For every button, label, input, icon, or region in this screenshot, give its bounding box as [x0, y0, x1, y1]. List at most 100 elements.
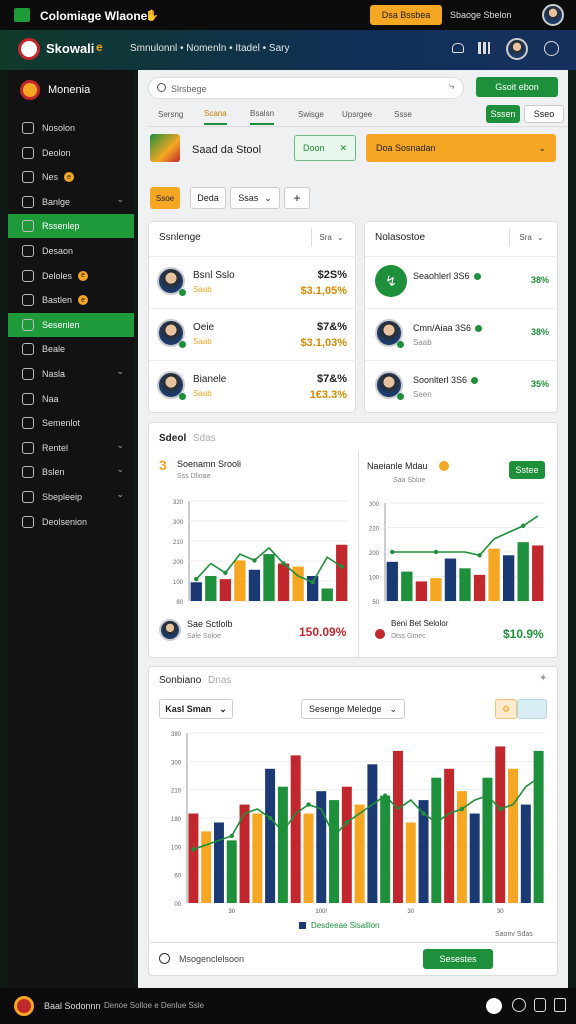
- leaderboard-select[interactable]: Sra ⌄: [311, 228, 351, 246]
- y-tick-label: 300: [173, 520, 184, 526]
- upgrade-button[interactable]: Dsa Bssbea: [370, 5, 442, 25]
- banner-mid-label: Doon: [303, 143, 325, 153]
- footer-icon-3[interactable]: [534, 998, 546, 1012]
- sidebar-item-label: Semenlot: [42, 418, 81, 429]
- bar: [444, 768, 455, 903]
- leaderboard-row[interactable]: Oeie Saab $7&% $3.1,03%: [149, 308, 357, 356]
- banner-cta-button[interactable]: Doa Sosnadan ⌄: [366, 134, 556, 162]
- bottom-search-button[interactable]: Sesestes: [423, 949, 493, 969]
- notification-icon[interactable]: [452, 43, 464, 53]
- nav-icon: [22, 220, 34, 233]
- close-icon[interactable]: ✕: [339, 143, 347, 154]
- main-chart-select-1-label: Kasl Sman: [165, 704, 212, 714]
- search-bar[interactable]: Slrsbege ⤷: [148, 77, 464, 99]
- main-chart-select-2[interactable]: Sesenge Meledge ⌄: [301, 699, 405, 719]
- tab-action-white[interactable]: Sseo: [524, 105, 564, 123]
- bar: [520, 804, 531, 903]
- legend-swatch: [299, 922, 306, 929]
- mini-chart-right-button[interactable]: Sstee: [509, 461, 545, 479]
- filter-select[interactable]: Ssas ⌄: [230, 187, 280, 209]
- footer-icon-1[interactable]: [486, 998, 502, 1014]
- footer-icon-2[interactable]: [512, 998, 526, 1012]
- profile-avatar[interactable]: [506, 38, 528, 60]
- rank-row[interactable]: Soonlterl 3S6 Seen 35%: [365, 360, 559, 408]
- leaderboard-row[interactable]: Bsnl Sslo Saab $2S% $3.1,05%: [149, 256, 357, 304]
- sidebar-item-5[interactable]: Rssenlep: [8, 214, 134, 239]
- sidebar-item-9[interactable]: Sesenlen: [8, 312, 134, 337]
- voice-icon[interactable]: ⤷: [449, 81, 455, 92]
- toggle-orange[interactable]: ⚙: [495, 699, 517, 719]
- chart-left-footer-avatar: [159, 619, 181, 641]
- trend-point: [459, 806, 465, 812]
- hand-icon: ✋: [145, 10, 159, 22]
- sidebar-item-16[interactable]: Sbepleeip ⌄: [8, 485, 134, 509]
- sidebar-item-12[interactable]: Naa: [8, 387, 134, 411]
- sidebar-item-10[interactable]: Beale: [8, 337, 134, 361]
- y-tick-label: 80: [176, 600, 183, 606]
- bar: [354, 804, 365, 903]
- add-filter-button[interactable]: +: [284, 187, 310, 209]
- bar: [459, 568, 471, 601]
- tab-1[interactable]: Sersng: [158, 103, 183, 125]
- y-tick-label: 200: [369, 551, 380, 557]
- more-icon[interactable]: ✦: [539, 673, 547, 684]
- brand-logo-icon[interactable]: [18, 38, 40, 60]
- sidebar-badge: e: [78, 270, 89, 281]
- banner-card: Saad da Stool Doon ✕ Doa Sosnadan ⌄: [144, 130, 558, 174]
- user-avatar[interactable]: [542, 4, 564, 26]
- rank-row[interactable]: ↯ Seaohlerl 3S6 38%: [365, 256, 559, 304]
- sidebar-item-15[interactable]: Bslen ⌄: [8, 460, 134, 484]
- sidebar-item-13[interactable]: Semenlot: [8, 411, 134, 435]
- bottom-search-input[interactable]: Msogenclelsoon: [179, 954, 244, 964]
- row-sub: Seen: [413, 390, 432, 399]
- trend-point: [267, 815, 273, 821]
- sidebar-badge: e: [64, 172, 75, 183]
- chevron-down-icon: ⌄: [219, 703, 227, 714]
- grid-icon[interactable]: [478, 42, 490, 54]
- leaderboard-row[interactable]: Bianele Saab $7&% 1€3.3%: [149, 360, 357, 408]
- user-name[interactable]: Sbaoge Sbelon: [450, 10, 512, 20]
- trend-point: [433, 549, 439, 555]
- footer-icon-4[interactable]: [554, 998, 566, 1012]
- sidebar-item-2[interactable]: Deolon: [8, 141, 134, 165]
- sidebar-item-14[interactable]: Rentel ⌄: [8, 436, 134, 460]
- search-input[interactable]: Slrsbege: [171, 84, 207, 94]
- rank-select[interactable]: Sra ⌄: [509, 228, 553, 246]
- sidebar-item-4[interactable]: Banlge ⌄: [8, 190, 134, 214]
- sidebar-item-label: Deolon: [42, 147, 71, 158]
- filter-chip-active[interactable]: Ssoe: [150, 187, 180, 209]
- sidebar-item-1[interactable]: Nosolon: [8, 116, 134, 140]
- bar: [188, 813, 199, 903]
- sidebar-item-6[interactable]: Desaon: [8, 239, 134, 263]
- trend-point: [252, 558, 257, 563]
- tab-2[interactable]: Scana: [204, 103, 227, 125]
- sidebar-item-17[interactable]: Deolsenion: [8, 510, 134, 534]
- tab-5[interactable]: Upsrgee: [342, 103, 372, 125]
- nav-icon: [22, 122, 34, 134]
- sidebar-item-label: Rssenlep: [42, 221, 80, 232]
- banner-mid-button[interactable]: Doon ✕: [294, 135, 356, 161]
- sidebar-item-11[interactable]: Nasla ⌄: [8, 362, 134, 386]
- header-nav[interactable]: Smnulonnl • Nomenln • Itadel • Sary: [130, 43, 289, 54]
- trend-point: [339, 564, 344, 569]
- tab-action-green[interactable]: Sssen: [486, 105, 520, 123]
- help-icon[interactable]: [544, 41, 559, 56]
- toggle-blue[interactable]: [517, 699, 547, 719]
- sidebar-item-8[interactable]: Bastlen e: [8, 288, 134, 312]
- trend-point: [223, 570, 228, 576]
- sidebar-item-7[interactable]: Deloles e: [8, 264, 134, 288]
- sidebar-item-3[interactable]: Nes e: [8, 165, 134, 189]
- filter-chip[interactable]: Deda: [190, 187, 226, 209]
- tab-3[interactable]: Bsalsn: [250, 103, 275, 125]
- rank-row[interactable]: Cmn/Aiaa 3S6 Saab 38%: [365, 308, 559, 356]
- sidebar-item-label: Beale: [42, 344, 66, 355]
- main-chart-select-1[interactable]: Kasl Sman ⌄: [159, 699, 233, 719]
- row-change: $3.1,03%: [300, 337, 347, 349]
- tab-4[interactable]: Swisge: [298, 103, 324, 125]
- brand-name[interactable]: Skowali: [46, 41, 94, 56]
- main-chart-svg: 380 300 210 180 100 60 00 30 100! 30 30: [171, 732, 545, 915]
- row-name: Cmn/Aiaa 3S6: [413, 323, 483, 333]
- sidebar-item-label: Banlge: [42, 196, 71, 207]
- search-action-button[interactable]: Gsoit ebon: [476, 77, 558, 97]
- tab-6[interactable]: Ssse: [394, 103, 412, 125]
